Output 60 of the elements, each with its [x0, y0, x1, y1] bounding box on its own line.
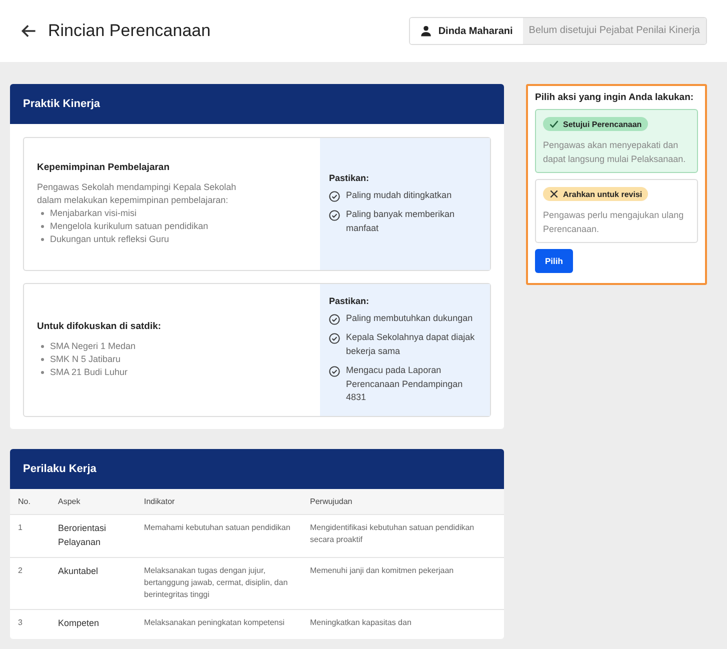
- block-heading: Kepemimpinan Pembelajaran: [37, 162, 171, 173]
- check-circle-icon: [329, 366, 340, 377]
- option-label: Arahkan untuk revisi: [563, 190, 642, 198]
- table-cell: Kompeten: [50, 610, 136, 638]
- table-cell: Memahami kebutuhan satuan pendidikan: [136, 514, 302, 558]
- table-cell: Mengidentifikasi kebutuhan satuan pendidikan secara proaktif: [302, 514, 504, 558]
- bullet-item: Dukungan untuk refleksi Guru: [50, 233, 170, 246]
- cross-icon: [549, 189, 559, 199]
- checklist-item: Paling mudah ditingkatkan: [346, 188, 452, 202]
- back-arrow-icon[interactable]: [20, 22, 38, 40]
- bullet-item: SMA Negeri 1 Medan: [50, 340, 136, 353]
- section-title: Praktik Kinerja: [23, 98, 100, 110]
- person-icon: [420, 25, 432, 37]
- column-header: Perwujudan: [302, 489, 504, 514]
- bullet-dot-icon: [41, 344, 44, 348]
- check-icon: [549, 119, 559, 129]
- bullet-item: SMK N 5 Jatibaru: [50, 352, 121, 366]
- check-circle-icon: [329, 210, 340, 222]
- action-option[interactable]: Arahkan untuk revisi Pengawas perlu mengajukan ulang Perencanaan.: [535, 179, 698, 243]
- bullet-dot-icon: [41, 212, 44, 215]
- check-circle-icon: [329, 314, 340, 324]
- bullet-item: Menjabarkan visi-misi: [50, 206, 137, 220]
- check-circle-icon: [329, 333, 340, 344]
- column-header: No.: [10, 489, 50, 514]
- table-cell: Berorientasi Pelayanan: [50, 514, 136, 558]
- block-heading: Untuk difokuskan di satdik:: [37, 320, 162, 332]
- page-title: Rincian Perencanaan: [48, 21, 212, 41]
- block-description: Pengawas Sekolah mendampingi Kepala Sekolah dalam melakukan kepemimpinan pembelajaran:: [37, 180, 238, 207]
- bullet-dot-icon: [41, 225, 44, 228]
- action-prompt: Pilih aksi yang ingin Anda lakukan:: [535, 92, 695, 103]
- column-header: Aspek: [50, 489, 136, 514]
- approval-status: Belum disetujui Pejabat Penilai Kinerja: [522, 18, 706, 44]
- checklist-item: Mengacu pada Laporan Perencanaan Pendampingan 4831: [346, 364, 464, 404]
- bullet-dot-icon: [41, 358, 44, 361]
- bullet-dot-icon: [41, 238, 44, 242]
- table-cell: 1: [10, 514, 50, 558]
- checklist-title: Pastikan:: [329, 296, 370, 306]
- checklist-item: Paling membutuhkan dukungan: [346, 312, 473, 325]
- column-header: Indikator: [136, 489, 302, 514]
- choose-button[interactable]: Pilih: [535, 249, 573, 273]
- bullet-item: SMA 21 Budi Luhur: [50, 366, 128, 380]
- table-cell: Memenuhi janji dan komitmen pekerjaan: [302, 558, 504, 610]
- check-circle-icon: [329, 190, 340, 202]
- table-cell: 2: [10, 558, 50, 610]
- bullet-item: Mengelola kurikulum satuan pendidikan: [50, 220, 208, 234]
- bullet-dot-icon: [41, 371, 44, 374]
- user-label: Dinda Maharani: [438, 26, 513, 36]
- section-title: Perilaku Kerja: [23, 463, 96, 475]
- option-description: Pengawas perlu mengajukan ulang Perencanaan.: [543, 209, 685, 236]
- checklist-item: Paling banyak memberikan manfaat: [346, 208, 456, 235]
- table-cell: Meningkatkan kapasitas dan: [302, 610, 504, 638]
- table-cell: 3: [10, 610, 50, 638]
- checklist-title: Pastikan:: [329, 172, 370, 183]
- table-cell: Akuntabel: [50, 558, 136, 610]
- option-label: Setujui Perencanaan: [563, 120, 642, 128]
- table-cell: Melaksanakan tugas dengan jujur, bertanggung jawab, cermat, disiplin, dan berintegritas tinggi: [136, 558, 302, 610]
- table-cell: Melaksanakan peningkatan kompetensi: [136, 610, 302, 638]
- checklist-item: Kepala Sekolahnya dapat diajak bekerja sama: [346, 331, 476, 358]
- option-description: Pengawas akan menyepakati dan dapat langsung mulai Pelaksanaan.: [543, 139, 687, 166]
- action-option[interactable]: Setujui Perencanaan Pengawas akan menyepakati dan dapat langsung mulai Pelaksanaan.: [535, 109, 698, 173]
